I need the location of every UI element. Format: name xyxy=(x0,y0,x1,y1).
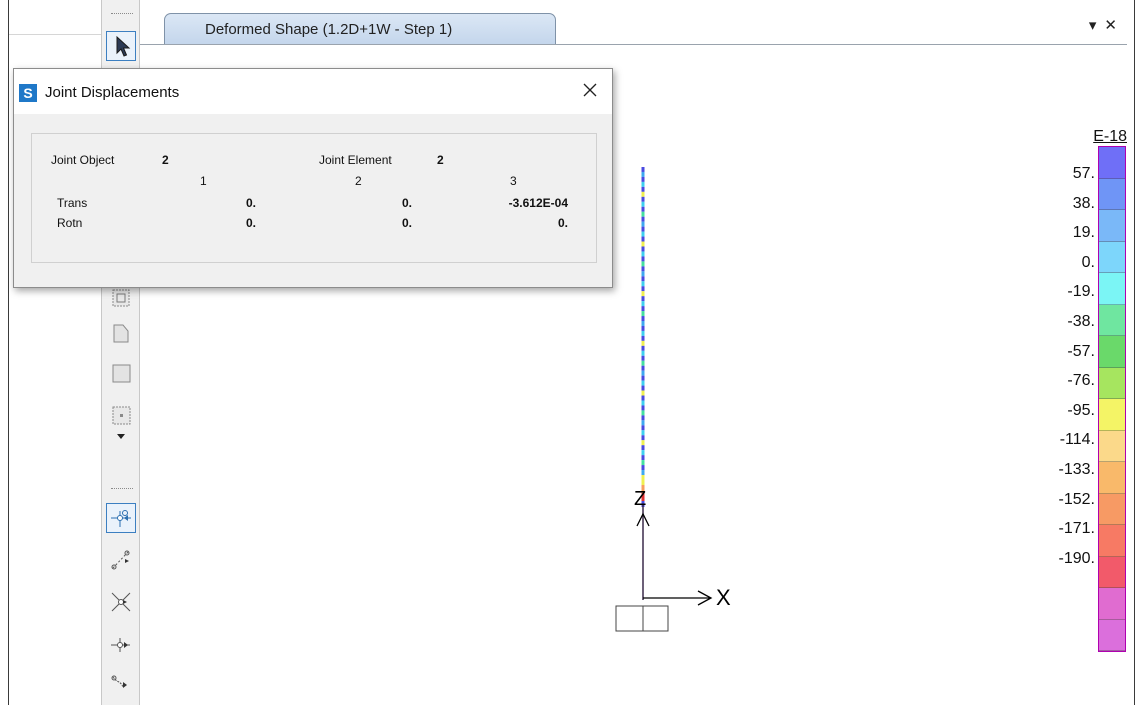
legend-color-cell xyxy=(1099,556,1125,588)
legend-color-cell xyxy=(1099,430,1125,462)
legend-color-cell xyxy=(1099,304,1125,336)
legend-color-cell xyxy=(1099,210,1125,242)
support-footing xyxy=(615,605,669,632)
x-axis-label: X xyxy=(716,585,731,610)
legend-label: 57. xyxy=(1072,165,1095,182)
rotn-value-3: 0. xyxy=(557,216,568,230)
legend-label: -19. xyxy=(1067,283,1095,301)
legend-color-cell xyxy=(1099,178,1125,210)
pointer-icon xyxy=(116,35,131,57)
legend-color-cell xyxy=(1099,588,1125,620)
legend-label: 38. xyxy=(1072,194,1095,212)
toolbar-grip[interactable] xyxy=(111,13,133,16)
joint-displacements-dialog[interactable]: S Joint Displacements Joint Object 2 Joi… xyxy=(13,68,613,288)
row-label-trans: Trans xyxy=(57,196,88,210)
link-tool-button[interactable] xyxy=(106,545,136,575)
joint-object-value: 2 xyxy=(162,153,169,167)
rotn-value-1: 0. xyxy=(245,216,256,230)
row-label-rotn: Rotn xyxy=(57,216,83,230)
legend-label: -171. xyxy=(1058,520,1095,538)
rotn-value-2: 0. xyxy=(401,216,412,230)
displacement-panel: Joint Object 2 Joint Element 2 1 2 3 Tra… xyxy=(31,133,597,263)
close-tab-icon[interactable]: ✕ xyxy=(1104,16,1117,34)
legend-color-bar xyxy=(1098,146,1126,652)
legend-color-cell xyxy=(1099,336,1125,368)
solid-icon xyxy=(112,406,131,425)
legend-color-cell xyxy=(1099,147,1125,179)
legend-color-cell xyxy=(1099,241,1125,273)
solid-tool-button[interactable] xyxy=(106,400,136,430)
legend-color-cell xyxy=(1099,525,1125,557)
legend-color-cell xyxy=(1099,399,1125,431)
spring-tool-button[interactable] xyxy=(106,670,136,700)
chevron-down-icon xyxy=(117,434,125,439)
frame-section-icon xyxy=(112,289,130,307)
legend-color-cell xyxy=(1099,462,1125,494)
toolbar-grip[interactable] xyxy=(111,488,133,491)
cross-tool-button[interactable] xyxy=(106,587,136,617)
legend-label: -57. xyxy=(1067,342,1095,360)
legend-exponent: E-18 xyxy=(1093,128,1127,145)
toolbar-dropdown-arrow[interactable] xyxy=(106,428,136,446)
tab-deformed-shape[interactable]: Deformed Shape (1.2D+1W - Step 1) xyxy=(164,13,556,44)
joint-icon xyxy=(111,510,131,527)
z-axis-label: Z xyxy=(634,488,646,510)
trans-value-2: 0. xyxy=(401,196,412,210)
trans-value-1: 0. xyxy=(245,196,256,210)
restraint-icon xyxy=(111,638,130,652)
dialog-title: Joint Displacements xyxy=(45,84,180,101)
area-tool-button[interactable] xyxy=(106,318,136,348)
restraint-tool-button[interactable] xyxy=(106,630,136,660)
link-icon xyxy=(111,550,130,570)
spring-icon xyxy=(111,675,127,688)
legend-label: -38. xyxy=(1067,313,1095,330)
legend-color-cell xyxy=(1099,273,1125,305)
legend-color-cell xyxy=(1099,619,1125,651)
column-header-1: 1 xyxy=(200,174,207,188)
legend-label: -152. xyxy=(1058,490,1095,508)
shell-tool-button[interactable] xyxy=(106,358,136,388)
column-header-3: 3 xyxy=(510,174,517,188)
shell-icon xyxy=(112,364,131,383)
app-logo-icon: S xyxy=(19,84,37,102)
dialog-title-bar[interactable]: S Joint Displacements xyxy=(14,69,612,114)
legend-label: -76. xyxy=(1067,372,1095,390)
pointer-tool-button[interactable] xyxy=(106,31,136,61)
legend-label: -190. xyxy=(1058,549,1095,567)
legend-label: 0. xyxy=(1081,253,1095,271)
window-list-dropdown-icon[interactable]: ▾ xyxy=(1089,16,1097,34)
contour-legend: E-18 57. 38. 19. 0. -19. -38. -57. -76. -95. -114… xyxy=(1040,128,1132,652)
cross-link-icon xyxy=(111,592,131,612)
tab-controls: ▾ ✕ xyxy=(1089,16,1117,34)
legend-label: 19. xyxy=(1072,224,1095,242)
joint-tool-button[interactable] xyxy=(106,503,136,533)
area-icon xyxy=(113,324,129,343)
joint-element-label: Joint Element xyxy=(319,153,392,167)
column-header-2: 2 xyxy=(355,174,362,188)
tab-title: Deformed Shape (1.2D+1W - Step 1) xyxy=(205,20,453,38)
legend-color-cell xyxy=(1099,367,1125,399)
legend-label: -95. xyxy=(1067,401,1095,419)
legend-color-cell xyxy=(1099,493,1125,525)
legend-label: -114. xyxy=(1059,431,1095,449)
document-tab-strip: Deformed Shape (1.2D+1W - Step 1) ▾ ✕ xyxy=(140,0,1127,45)
panel-divider xyxy=(9,34,101,35)
joint-element-value: 2 xyxy=(437,153,444,167)
trans-value-3: -3.612E-04 xyxy=(508,196,568,210)
close-icon[interactable] xyxy=(581,81,599,99)
legend-label: -133. xyxy=(1058,461,1095,478)
joint-object-label: Joint Object xyxy=(51,153,115,167)
